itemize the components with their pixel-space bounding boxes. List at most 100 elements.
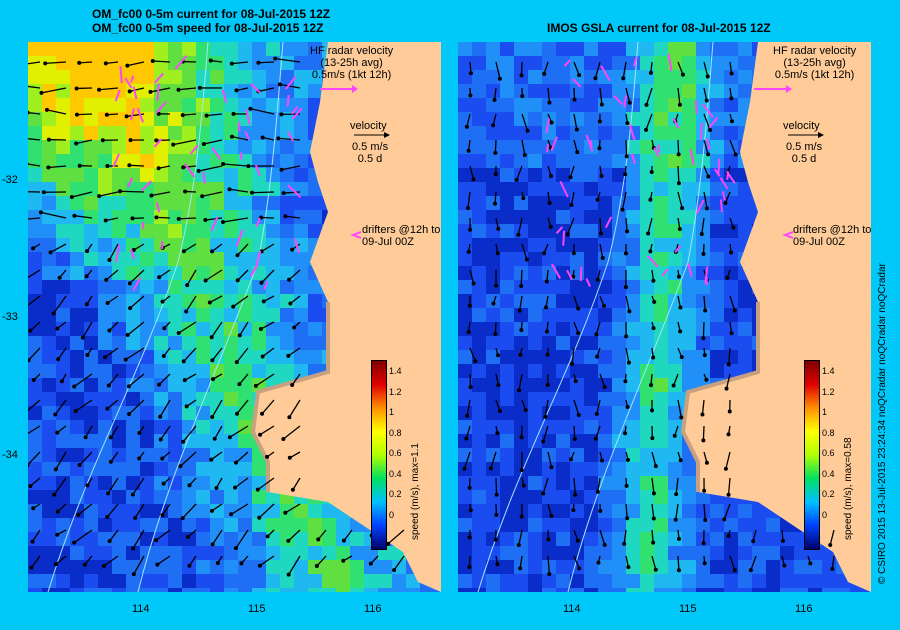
speed-cell	[196, 70, 210, 84]
speed-cell	[154, 168, 168, 182]
speed-cell	[514, 196, 528, 210]
speed-cell	[224, 532, 238, 546]
velocity-arrow-head	[625, 457, 630, 462]
speed-cell	[210, 518, 224, 532]
speed-cell	[528, 546, 542, 560]
speed-cell	[28, 140, 42, 154]
hf-radar-arrow	[719, 199, 723, 212]
speed-cell	[308, 574, 322, 588]
velocity-arrow-head	[729, 96, 734, 101]
speed-cell	[528, 504, 542, 518]
speed-cell	[710, 182, 724, 196]
velocity-arrow-head	[519, 467, 524, 472]
velocity-arrow-head	[74, 112, 79, 117]
speed-cell	[640, 462, 654, 476]
velocity-arrow-head	[210, 377, 215, 382]
speed-cell	[472, 420, 486, 434]
speed-cell	[458, 308, 472, 322]
velocity-arrow-head	[221, 161, 226, 166]
speed-cell	[224, 196, 238, 210]
speed-cell	[98, 266, 112, 280]
speed-cell	[598, 308, 612, 322]
velocity-arrow-head	[256, 60, 261, 65]
speed-cell	[500, 182, 514, 196]
velocity-arrow-head	[250, 190, 255, 195]
velocity-arrow-head	[577, 73, 582, 78]
speed-cell	[98, 420, 112, 434]
speed-cell	[182, 406, 196, 420]
speed-cell	[112, 42, 126, 56]
speed-cell	[654, 70, 668, 84]
velocity-arrow-head	[545, 352, 550, 357]
speed-cell	[182, 98, 196, 112]
velocity-arrow-head	[701, 336, 706, 341]
velocity-arrow-head	[520, 94, 525, 99]
velocity-arrow-head	[493, 150, 498, 155]
speed-cell	[42, 364, 56, 378]
velocity-arrow-head	[571, 508, 576, 513]
speed-cell	[112, 252, 126, 266]
left-velocity-scale-arrow-icon	[354, 132, 390, 138]
speed-cell	[294, 56, 308, 70]
velocity-arrow-head	[702, 353, 707, 358]
speed-cell	[28, 518, 42, 532]
speed-cell	[112, 546, 126, 560]
speed-cell	[182, 182, 196, 196]
velocity-arrow-head	[107, 258, 112, 263]
speed-cell	[654, 42, 668, 56]
velocity-arrow-head	[84, 274, 89, 279]
speed-cell	[682, 308, 696, 322]
speed-cell	[84, 140, 98, 154]
speed-cell	[154, 462, 168, 476]
speed-cell	[168, 546, 182, 560]
speed-cell	[224, 266, 238, 280]
velocity-arrow-head	[52, 492, 57, 497]
speed-cell	[56, 518, 70, 532]
speed-cell	[668, 574, 682, 588]
velocity-arrow-head	[727, 409, 732, 414]
speed-cell	[640, 84, 654, 98]
velocity-arrow-head	[127, 281, 132, 286]
speed-cell	[294, 350, 308, 364]
velocity-arrow-head	[677, 102, 682, 107]
speed-cell	[238, 574, 252, 588]
speed-cell	[528, 224, 542, 238]
speed-cell	[196, 420, 210, 434]
speed-cell	[682, 98, 696, 112]
velocity-arrow	[76, 113, 93, 116]
speed-cell	[168, 42, 182, 56]
speed-cell	[710, 266, 724, 280]
speed-cell	[710, 126, 724, 140]
speed-cell	[154, 56, 168, 70]
speed-cell	[682, 238, 696, 252]
velocity-arrow-head	[493, 201, 498, 206]
speed-cell	[472, 70, 486, 84]
velocity-arrow-head	[601, 303, 606, 308]
speed-cell	[514, 42, 528, 56]
speed-cell	[640, 588, 654, 592]
speed-cell	[626, 476, 640, 490]
speed-cell	[28, 308, 42, 322]
speed-cell	[472, 490, 486, 504]
speed-cell	[724, 126, 738, 140]
speed-cell	[238, 280, 252, 294]
speed-cell	[668, 280, 682, 294]
speed-cell	[584, 392, 598, 406]
speed-cell	[626, 168, 640, 182]
velocity-arrow-head	[283, 214, 288, 219]
velocity-arrow-head	[76, 512, 81, 517]
speed-cell	[682, 546, 696, 560]
speed-cell	[668, 392, 682, 406]
velocity-arrow-head	[680, 72, 685, 77]
velocity-arrow-head	[227, 187, 232, 192]
speed-cell	[112, 196, 126, 210]
velocity-arrow-head	[253, 383, 258, 388]
speed-cell	[710, 518, 724, 532]
speed-cell	[542, 336, 556, 350]
speed-cell	[850, 588, 864, 592]
velocity-arrow-head	[726, 362, 731, 367]
velocity-arrow-head	[623, 379, 628, 384]
speed-cell	[182, 518, 196, 532]
speed-cell	[542, 350, 556, 364]
speed-cell	[640, 574, 654, 588]
